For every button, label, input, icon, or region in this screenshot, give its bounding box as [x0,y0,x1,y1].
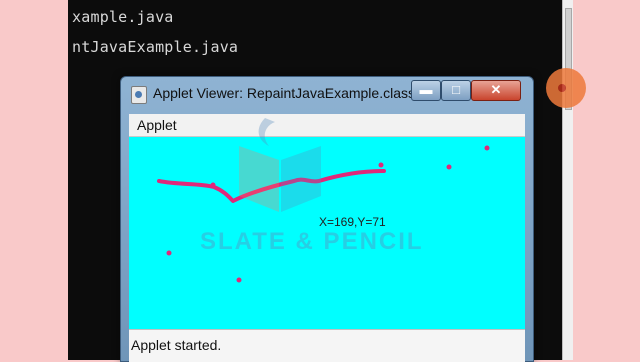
menu-bar: Applet [129,114,525,137]
click-dot [446,164,452,170]
click-dot [236,277,242,283]
click-dot [166,250,172,256]
click-dot [378,162,384,168]
watermark-text: SLATE & PENCIL [200,228,424,255]
console-line: xample.java [72,8,174,26]
minimize-button[interactable]: ▬ [411,80,441,101]
title-bar[interactable]: Applet Viewer: RepaintJavaExample.class … [121,77,533,111]
maximize-button[interactable]: □ [441,80,471,101]
status-text: Applet started. [131,337,222,353]
scrollbar[interactable] [562,0,573,360]
close-button[interactable]: ✕ [471,80,521,101]
console-line: ntJavaExample.java [72,38,239,56]
java-app-icon [131,86,147,104]
click-dot [484,145,490,151]
window-title: Applet Viewer: RepaintJavaExample.class [153,85,415,101]
menu-applet[interactable]: Applet [137,117,177,133]
coordinates-label: X=169,Y=71 [319,215,386,229]
applet-viewer-window: Applet Viewer: RepaintJavaExample.class … [120,76,534,362]
watermark-logo-icon [239,118,321,212]
status-bar: Applet started. [129,329,525,362]
record-cursor-icon [546,68,586,108]
click-dot [210,182,216,188]
